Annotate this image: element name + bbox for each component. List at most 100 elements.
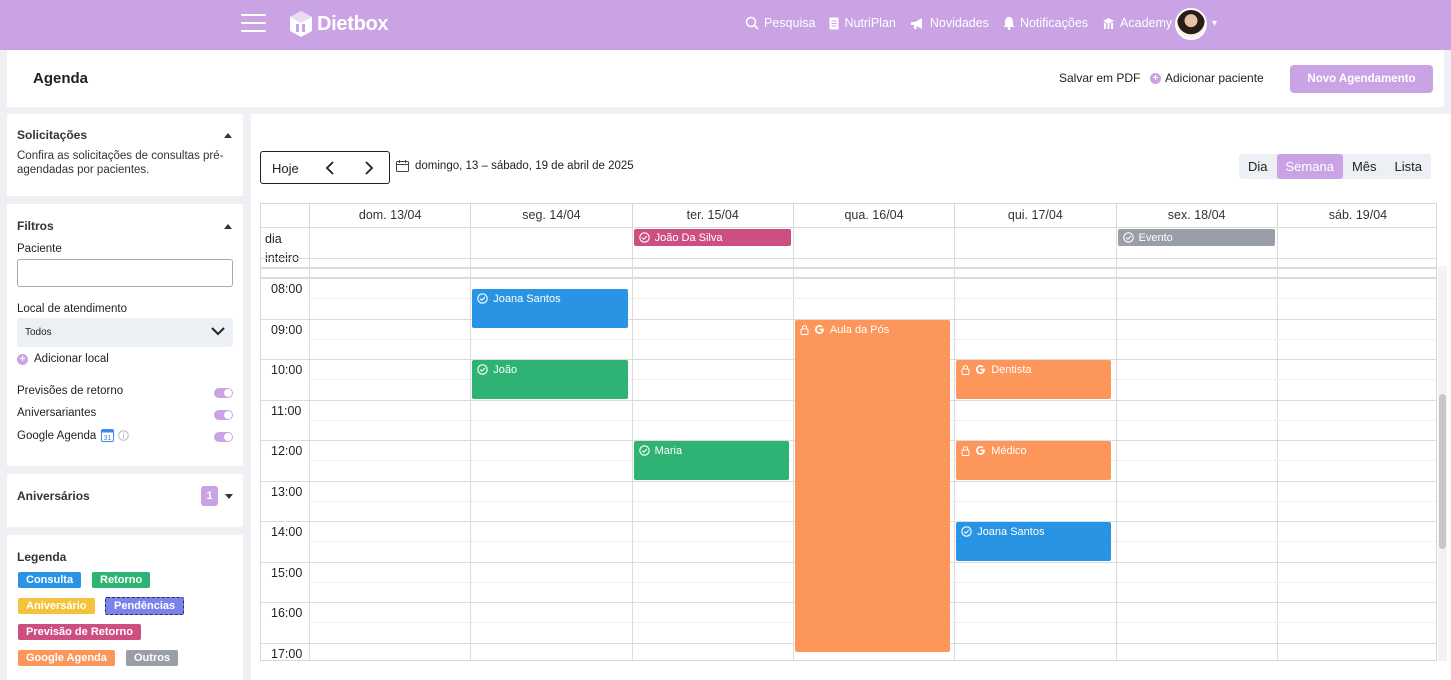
legend-retorno: Retorno bbox=[92, 572, 151, 588]
dietbox-logo[interactable]: Dietbox bbox=[288, 8, 389, 40]
day-header[interactable]: sáb. 19/04 bbox=[1276, 204, 1436, 227]
check-circle-icon bbox=[961, 526, 972, 537]
event-title: Maria bbox=[654, 445, 683, 457]
today-button[interactable]: Hoje bbox=[272, 161, 299, 176]
view-day-button[interactable]: Dia bbox=[1239, 154, 1277, 179]
calendar-event[interactable]: Dentista bbox=[956, 360, 1112, 399]
check-circle-icon bbox=[1122, 232, 1134, 243]
birthdays-title: Aniversários bbox=[17, 489, 90, 503]
day-header[interactable]: qua. 16/04 bbox=[792, 204, 954, 227]
lock-icon bbox=[961, 365, 970, 375]
calendar-event[interactable]: Médico bbox=[956, 441, 1112, 480]
view-week-button[interactable]: Semana bbox=[1276, 154, 1343, 179]
scrollbar-thumb[interactable] bbox=[1439, 394, 1446, 549]
filters-title: Filtros bbox=[17, 219, 54, 233]
day-header[interactable]: qui. 17/04 bbox=[954, 204, 1115, 227]
hour-label: 12:00 bbox=[271, 444, 303, 458]
chevron-down-icon bbox=[211, 327, 225, 336]
calendar-event[interactable]: Aula da Pós bbox=[794, 319, 951, 652]
check-circle-icon bbox=[477, 293, 489, 304]
event-title: Aula da Pós bbox=[829, 323, 890, 336]
all-day-event[interactable]: Evento bbox=[1117, 229, 1275, 246]
new-appointment-button[interactable]: Novo Agendamento bbox=[1290, 65, 1433, 93]
filters-card: Filtros Paciente Local de atendimento To… bbox=[7, 204, 243, 466]
page-header: Agenda Salvar em PDF + Adicionar pacient… bbox=[7, 50, 1444, 107]
nav-pesquisa[interactable]: Pesquisa bbox=[745, 16, 815, 30]
nav-label: Pesquisa bbox=[764, 16, 816, 30]
dietbox-box-icon bbox=[290, 11, 312, 37]
legend-card: Legenda Consulta Retorno Aniversário Pen… bbox=[7, 535, 243, 680]
document-icon bbox=[829, 17, 839, 29]
day-header[interactable]: dom. 13/04 bbox=[309, 204, 470, 227]
day-header[interactable]: ter. 15/04 bbox=[631, 204, 793, 227]
brand-name: Dietbox bbox=[317, 12, 389, 35]
location-selected-value: Todos bbox=[25, 327, 52, 338]
expand-caret-icon[interactable] bbox=[225, 494, 233, 499]
patient-label: Paciente bbox=[17, 243, 62, 255]
view-month-button[interactable]: Mês bbox=[1343, 154, 1386, 179]
all-day-event[interactable]: João Da Silva bbox=[633, 229, 791, 246]
chevron-left-icon[interactable] bbox=[325, 161, 335, 175]
user-avatar[interactable] bbox=[1175, 8, 1207, 40]
google-calendar-toggle[interactable] bbox=[214, 432, 233, 442]
info-icon[interactable] bbox=[118, 430, 130, 441]
requests-title: Solicitações bbox=[17, 128, 88, 142]
collapse-caret-icon[interactable] bbox=[224, 133, 232, 138]
legend-google-agenda: Google Agenda bbox=[18, 650, 115, 666]
day-column-divider bbox=[309, 227, 310, 660]
day-column-divider bbox=[792, 227, 794, 660]
legend-previsao-retorno: Previsão de Retorno bbox=[18, 624, 141, 640]
calendar-event[interactable]: João bbox=[472, 360, 628, 399]
hour-label: 13:00 bbox=[271, 484, 303, 499]
hour-label: 15:00 bbox=[271, 565, 303, 580]
add-patient-link[interactable]: + Adicionar paciente bbox=[1150, 71, 1264, 85]
calendar-event[interactable]: Joana Santos bbox=[956, 522, 1112, 561]
top-bar: Dietbox Pesquisa NutriPlan Novidades Not… bbox=[0, 0, 1451, 50]
nav-label: Academy bbox=[1120, 16, 1173, 30]
day-header[interactable]: sex. 18/04 bbox=[1115, 204, 1277, 227]
header-divider bbox=[261, 227, 1436, 228]
nav-novidades[interactable]: Novidades bbox=[910, 16, 989, 30]
view-list-button[interactable]: Lista bbox=[1386, 154, 1431, 179]
calendar-event[interactable]: Joana Santos bbox=[472, 289, 628, 328]
plus-icon: + bbox=[17, 353, 28, 365]
avatar-caret-icon[interactable]: ▾ bbox=[1212, 18, 1217, 29]
nav-notificacoes[interactable]: Notificações bbox=[1003, 16, 1088, 30]
hour-label: 11:00 bbox=[271, 403, 302, 418]
nav-label: NutriPlan bbox=[844, 16, 896, 30]
chevron-right-icon[interactable] bbox=[364, 161, 374, 175]
page-title: Agenda bbox=[33, 70, 89, 87]
save-pdf-link[interactable]: Salvar em PDF bbox=[1059, 71, 1140, 85]
day-column-divider bbox=[1115, 227, 1117, 660]
hamburger-menu-icon[interactable] bbox=[241, 14, 266, 34]
nav-academy[interactable]: Academy bbox=[1102, 16, 1172, 30]
birthdays-toggle[interactable] bbox=[214, 410, 233, 420]
hour-label: 14:00 bbox=[271, 525, 303, 539]
day-column-divider bbox=[1276, 227, 1278, 660]
week-grid: dia inteiro dom. 13/04 seg. 14/04 ter. 15/… bbox=[260, 203, 1437, 661]
day-header[interactable]: seg. 14/04 bbox=[470, 204, 631, 227]
event-title: Joana Santos bbox=[493, 293, 561, 306]
calendar-scrollbar[interactable] bbox=[1438, 266, 1447, 661]
nav-label: Notificações bbox=[1019, 16, 1089, 30]
lock-icon bbox=[800, 324, 809, 335]
google-calendar-icon: 31 bbox=[101, 429, 115, 442]
check-circle-icon bbox=[477, 364, 489, 375]
top-navigation: Pesquisa NutriPlan Novidades Notificaçõe… bbox=[745, 0, 1186, 46]
patient-input[interactable] bbox=[17, 259, 233, 287]
bell-icon bbox=[1003, 17, 1015, 30]
calendar-event[interactable]: Maria bbox=[633, 441, 789, 480]
location-label: Local de atendimento bbox=[17, 303, 127, 315]
day-column-divider bbox=[631, 227, 633, 660]
collapse-caret-icon[interactable] bbox=[224, 224, 232, 229]
birthdays-toggle-label: Aniversariantes bbox=[17, 407, 97, 419]
hour-line bbox=[261, 258, 1436, 259]
nav-nutriplan[interactable]: NutriPlan bbox=[829, 16, 896, 30]
hour-line bbox=[261, 278, 1436, 279]
return-forecasts-toggle[interactable] bbox=[214, 388, 233, 398]
event-title: Médico bbox=[991, 445, 1027, 457]
google-calendar-toggle-label-row: Google Agenda 31 bbox=[17, 429, 130, 442]
location-select[interactable]: Todos bbox=[17, 318, 233, 347]
add-location-link[interactable]: + Adicionar local bbox=[17, 353, 109, 365]
hour-label: 08:00 bbox=[271, 282, 303, 296]
